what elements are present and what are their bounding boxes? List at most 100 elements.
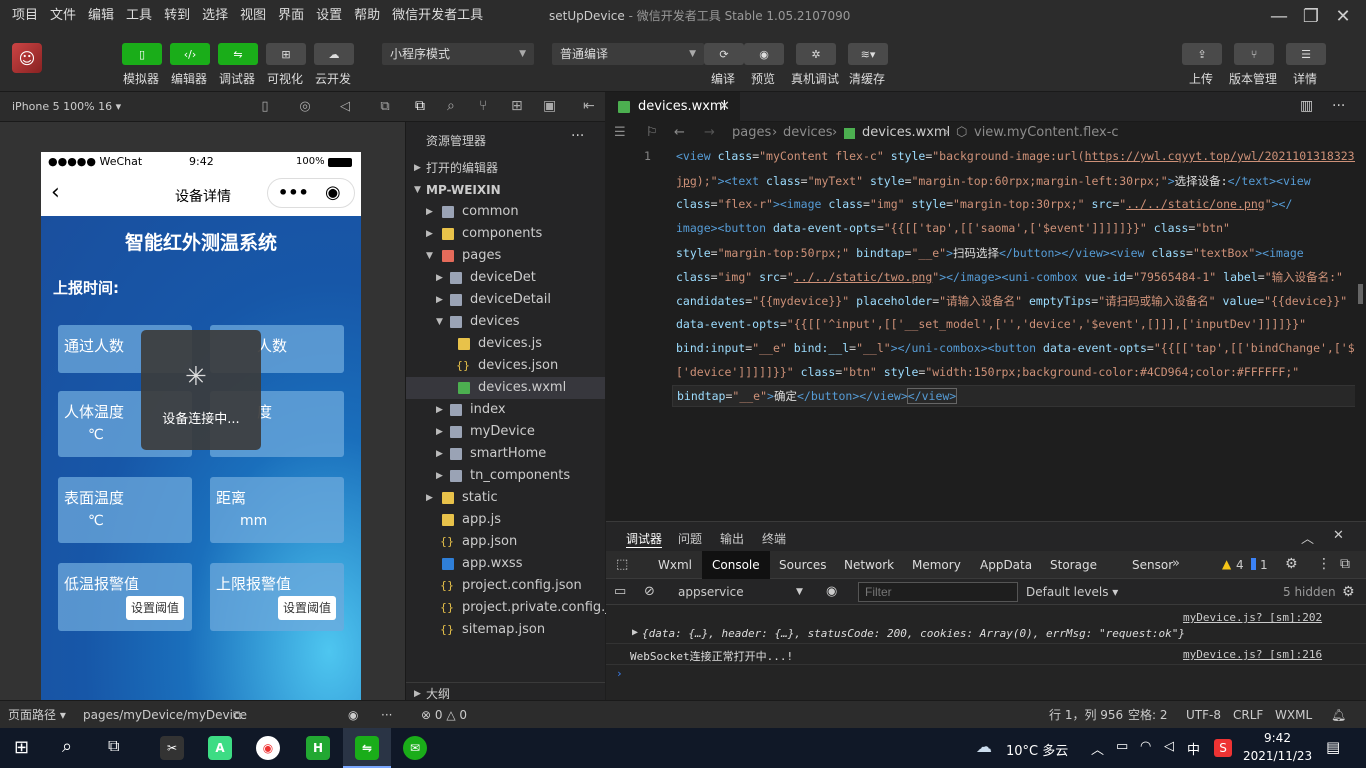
bookmark-icon[interactable]: ⚐ (646, 122, 658, 144)
tree-item-static[interactable]: ▶ static (406, 487, 605, 509)
tab-terminal[interactable]: 终端 (762, 530, 786, 547)
line-ending[interactable]: CRLF (1233, 701, 1263, 729)
more-tabs-icon[interactable]: » (1172, 556, 1180, 571)
breadcrumb-devices[interactable]: devices (783, 122, 832, 144)
menu-item-settings[interactable]: 设置 (310, 0, 348, 32)
compile-button[interactable]: ⟳ (704, 43, 744, 65)
dock-icon[interactable]: ⧉ (1340, 556, 1350, 572)
menu-item-view[interactable]: 视图 (234, 0, 272, 32)
tab-memory[interactable]: Memory (902, 551, 971, 579)
android-studio-icon[interactable]: A (208, 736, 232, 760)
tree-item-smartHome[interactable]: ▶ smartHome (406, 443, 605, 465)
tab-appdata[interactable]: AppData (970, 551, 1042, 579)
sogou-icon[interactable]: S (1214, 739, 1232, 757)
tree-item-components[interactable]: ▶ components (406, 223, 605, 245)
menu-item-project[interactable]: 项目 (6, 0, 44, 32)
preview-button[interactable]: ◉ (744, 43, 784, 65)
ime-indicator[interactable]: 中 (1187, 739, 1200, 758)
context-select[interactable]: appservice ▼ (672, 582, 812, 602)
real-debug-button[interactable]: ✲ (796, 43, 836, 65)
close-window-icon[interactable]: ✕ (1320, 0, 1366, 32)
expand-icon[interactable]: ▶ (632, 627, 638, 638)
close-panel-icon[interactable]: ✕ (1333, 528, 1344, 543)
code-editor[interactable]: 1 <view class="myContent flex-c" style="… (606, 144, 1366, 520)
tab-output[interactable]: 输出 (720, 530, 744, 547)
more-icon[interactable]: ··· (381, 701, 392, 729)
volume-icon[interactable]: ◁ (1164, 739, 1174, 754)
menu-item-interface[interactable]: 界面 (272, 0, 310, 32)
log-object[interactable]: {data: {…}, header: {…}, statusCode: 200… (642, 627, 1185, 640)
copy-icon[interactable]: ⧉ (233, 701, 242, 729)
volume-icon[interactable]: ◁ (337, 99, 353, 115)
set-threshold-button[interactable]: 设置阈值 (126, 596, 184, 620)
levels-select[interactable]: Default levels ▾ (1026, 579, 1118, 605)
tab-sources[interactable]: Sources (769, 551, 836, 579)
tab-debugger[interactable]: 调试器 (626, 530, 663, 548)
tree-item-common[interactable]: ▶ common (406, 201, 605, 223)
project-section[interactable]: ▼ MP-WEIXIN (406, 179, 605, 201)
version-button[interactable]: ⑂ (1234, 43, 1274, 65)
set-threshold-button[interactable]: 设置阈值 (278, 596, 336, 620)
tree-item-pages[interactable]: ▼ pages (406, 245, 605, 267)
tree-item-app-js[interactable]: app.js (406, 509, 605, 531)
tree-item-devices-wxml[interactable]: devices.wxml (406, 377, 605, 399)
menu-item-edit[interactable]: 编辑 (82, 0, 120, 32)
console-filter-input[interactable] (858, 582, 1018, 602)
more-icon[interactable]: ··· (1332, 98, 1345, 114)
upload-button[interactable]: ⇪ (1182, 43, 1222, 65)
tab-network[interactable]: Network (834, 551, 904, 579)
bell-icon[interactable]: 🔔︎ (1331, 701, 1346, 729)
more-icon[interactable]: ··· (571, 128, 584, 144)
menu-item-help[interactable]: 帮助 (348, 0, 386, 32)
clock-date[interactable]: 2021/11/23 (1243, 749, 1312, 763)
tree-item-index[interactable]: ▶ index (406, 399, 605, 421)
editor-scrollbar[interactable] (1355, 144, 1366, 520)
record-icon[interactable]: ◎ (297, 99, 313, 115)
page-path-label[interactable]: 页面路径 ▾ (8, 701, 66, 729)
details-button[interactable]: ☰ (1286, 43, 1326, 65)
split-editor-icon[interactable]: ▥ (1300, 98, 1313, 114)
console-prompt[interactable]: › (616, 667, 623, 680)
tab-problems[interactable]: 问题 (678, 530, 702, 547)
tab-console[interactable]: Console (702, 551, 770, 579)
log-source-link[interactable]: myDevice.js? [sm]:216 (1183, 648, 1322, 661)
back-icon[interactable]: ‹ (51, 180, 60, 205)
clock-time[interactable]: 9:42 (1264, 731, 1291, 745)
wifi-icon[interactable]: ◠ (1140, 739, 1151, 754)
device-select[interactable]: iPhone 5 100% 16 ▾ (12, 92, 121, 122)
visual-button[interactable]: ⊞ (266, 43, 306, 65)
close-capsule-icon[interactable]: ◉ (325, 182, 341, 203)
tab-storage[interactable]: Storage (1040, 551, 1107, 579)
open-editors-section[interactable]: ▶ 打开的编辑器 (406, 157, 605, 179)
menu-item-select[interactable]: 选择 (196, 0, 234, 32)
more-icon[interactable]: ••• (278, 183, 309, 202)
eye-icon[interactable]: ◉ (348, 701, 358, 729)
indentation[interactable]: 空格: 2 (1128, 701, 1168, 729)
tree-item-app-wxss[interactable]: app.wxss (406, 553, 605, 575)
cloud-button[interactable]: ☁ (314, 43, 354, 65)
wechat-devtools-taskbar-item[interactable]: ⇋ (343, 728, 391, 768)
chevron-up-icon[interactable]: ︿ (1091, 739, 1104, 758)
breadcrumb-symbol[interactable]: view.myContent.flex-c (974, 122, 1119, 144)
kebab-icon[interactable]: ⋮ (1317, 556, 1331, 572)
network-icon[interactable]: ▭ (1116, 739, 1128, 754)
hbuilder-icon[interactable]: H (306, 736, 330, 760)
menu-item-tools[interactable]: 工具 (120, 0, 158, 32)
tree-item-tn-components[interactable]: ▶ tn_components (406, 465, 605, 487)
collapse-icon[interactable]: ⇤ (583, 98, 595, 114)
debug-icon[interactable]: ▣ (543, 98, 556, 114)
phone-icon[interactable]: ▯ (257, 99, 273, 115)
clear-cache-button[interactable]: ≋▾ (848, 43, 888, 65)
windows-start-icon[interactable]: ⊞ (14, 737, 29, 758)
snipping-tool-icon[interactable]: ✂ (160, 736, 184, 760)
breadcrumb-pages[interactable]: pages (732, 122, 771, 144)
files-icon[interactable]: ⧉ (415, 98, 425, 114)
mode-select[interactable]: 小程序模式 ▼ (382, 43, 534, 65)
errors-indicator[interactable]: ⊗ 0 △ 0 (421, 701, 467, 729)
menu-item-wechat-devtools[interactable]: 微信开发者工具 (386, 0, 489, 32)
tab-devices-wxml[interactable]: devices.wxml ✕ (606, 92, 740, 122)
tree-item-myDevice[interactable]: ▶ myDevice (406, 421, 605, 443)
list-icon[interactable]: ☰ (614, 122, 626, 144)
tab-wxml[interactable]: Wxml (648, 551, 702, 579)
chrome-icon[interactable]: ◉ (256, 736, 280, 760)
